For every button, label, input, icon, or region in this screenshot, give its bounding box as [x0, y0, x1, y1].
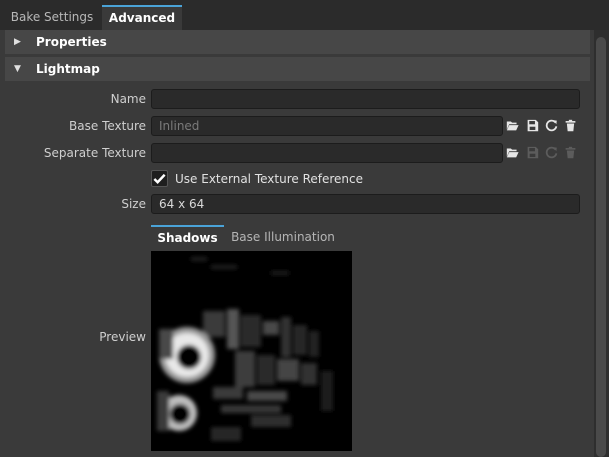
use-external-texture-checkbox[interactable]	[151, 170, 168, 187]
base-texture-label: Base Texture	[69, 119, 146, 133]
base-texture-field[interactable]: Inlined	[151, 116, 503, 136]
save-icon[interactable]	[526, 119, 539, 132]
size-label: Size	[121, 197, 146, 211]
preview-label: Preview	[99, 330, 146, 344]
separate-texture-label: Separate Texture	[43, 146, 146, 160]
use-external-texture-label[interactable]: Use External Texture Reference	[175, 169, 363, 189]
trash-icon	[565, 146, 576, 159]
lightmap-section-header[interactable]: ▼ Lightmap	[5, 57, 590, 81]
folder-open-icon[interactable]	[506, 146, 519, 159]
scrollbar-thumb[interactable]	[596, 37, 606, 457]
size-field[interactable]: 64 x 64	[151, 194, 580, 214]
lightmap-preview-graphic	[151, 251, 352, 451]
lightmap-section-title: Lightmap	[36, 62, 100, 76]
separate-texture-actions	[506, 143, 580, 163]
properties-section-header[interactable]: ▶ Properties	[5, 30, 590, 54]
save-icon	[527, 146, 539, 159]
caret-right-icon: ▶	[14, 37, 21, 47]
tab-bar: Bake Settings Advanced	[0, 0, 609, 30]
folder-open-icon[interactable]	[506, 119, 519, 132]
base-texture-actions	[506, 116, 580, 136]
caret-down-icon: ▼	[14, 64, 21, 74]
refresh-icon[interactable]	[545, 119, 558, 132]
separate-texture-field[interactable]	[151, 143, 503, 163]
tab-bake-settings[interactable]: Bake Settings	[5, 5, 99, 30]
checkmark-icon	[153, 173, 166, 185]
lightmap-preview-image	[151, 251, 352, 451]
refresh-icon	[545, 146, 558, 159]
name-label: Name	[110, 92, 146, 106]
tab-base-illumination[interactable]: Base Illumination	[228, 225, 338, 249]
tab-shadows[interactable]: Shadows	[151, 225, 224, 249]
name-field[interactable]	[151, 89, 580, 109]
trash-icon[interactable]	[564, 119, 577, 132]
properties-section-title: Properties	[36, 35, 107, 49]
tab-advanced[interactable]: Advanced	[102, 5, 182, 30]
